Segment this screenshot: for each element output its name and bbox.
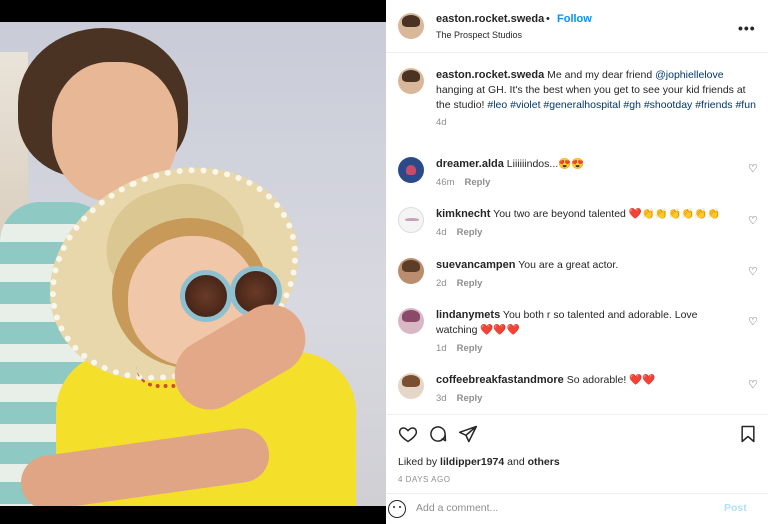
commenter-avatar[interactable] [398,157,424,183]
commenter-avatar[interactable] [398,308,424,334]
comment-time[interactable]: 2d [436,278,447,289]
comment-body: lindanymets You both r so talented and a… [436,308,736,356]
comment-text: You are a great actor. [518,259,619,271]
header-divider [386,52,768,53]
caption-author-avatar[interactable] [398,68,424,94]
caption-hashtags[interactable]: #leo #violet #generalhospital #gh #shoot… [487,99,756,111]
like-comment-heart-icon[interactable]: ♡ [748,215,760,227]
reply-button[interactable]: Reply [457,278,483,289]
caption-author-username[interactable]: easton.rocket.sweda [436,69,544,81]
post-comment-button[interactable]: Post [724,502,747,514]
author-avatar[interactable] [398,13,424,39]
liked-by-username[interactable]: lildipper1974 [440,456,504,468]
like-comment-heart-icon[interactable]: ♡ [748,266,760,278]
caption-text-start: Me and my dear friend [547,69,653,81]
post-action-bar [398,424,758,446]
reply-button[interactable]: Reply [464,177,490,188]
comment-time[interactable]: 1d [436,343,447,354]
like-comment-heart-icon[interactable]: ♡ [748,316,760,328]
follow-button[interactable]: Follow [557,13,592,25]
post-photo[interactable] [0,22,386,506]
post-header: easton.rocket.sweda • Follow The Prospec… [386,0,768,52]
comment-time[interactable]: 46m [436,177,454,188]
reply-button[interactable]: Reply [457,227,483,238]
save-bookmark-icon[interactable] [738,424,758,444]
likes-prefix: Liked by [398,456,438,468]
comment-text: You two are beyond talented ❤️👏👏👏👏👏👏 [493,208,721,220]
comment-time[interactable]: 3d [436,393,447,404]
likes-others-link[interactable]: others [528,456,560,468]
commenter-avatar[interactable] [398,207,424,233]
reply-button[interactable]: Reply [457,343,483,354]
like-comment-heart-icon[interactable]: ♡ [748,379,760,391]
share-paper-plane-icon[interactable] [458,424,478,444]
comment-body: coffeebreakfastandmore So adorable! ❤️❤️… [436,373,736,406]
comment-username[interactable]: suevancampen [436,259,515,271]
post-caption: easton.rocket.sweda Me and my dear frien… [436,68,756,130]
post-location[interactable]: The Prospect Studios [436,30,522,40]
like-heart-icon[interactable] [398,424,418,444]
post-details-panel: easton.rocket.sweda • Follow The Prospec… [386,0,768,524]
photo-sunglasses-left [180,270,232,322]
comment-username[interactable]: lindanymets [436,309,500,321]
comment-username[interactable]: kimknecht [436,208,490,220]
post-media[interactable] [0,0,386,524]
likes-middle: and [507,456,525,468]
comment-text: So adorable! ❤️❤️ [566,374,656,386]
author-username[interactable]: easton.rocket.sweda [436,13,544,25]
reply-button[interactable]: Reply [457,393,483,404]
add-comment-bar: Post [386,494,768,524]
commenter-avatar[interactable] [398,258,424,284]
dot-separator: • [546,13,550,25]
comment-time[interactable]: 4d [436,227,447,238]
emoji-icon[interactable] [388,500,406,518]
comment-username[interactable]: dreamer.alda [436,158,504,170]
like-comment-heart-icon[interactable]: ♡ [748,163,760,175]
comment-body: kimknecht You two are beyond talented ❤️… [436,207,736,240]
caption-timestamp[interactable]: 4d [436,115,756,130]
actions-divider [386,414,768,415]
likes-summary: Liked by lildipper1974 and others [398,456,560,468]
comment-bubble-icon[interactable] [428,424,448,444]
caption-mention-link[interactable]: @jophiellelove [655,69,723,81]
comment-text: Liiiiiindos...😍😍 [506,158,585,170]
comment-body: dreamer.alda Liiiiiindos...😍😍 46m Reply [436,157,736,190]
comment-body: suevancampen You are a great actor. 2d Re… [436,258,736,291]
add-comment-input[interactable] [416,502,706,514]
post-date[interactable]: 4 DAYS AGO [398,475,450,484]
commenter-avatar[interactable] [398,373,424,399]
comment-username[interactable]: coffeebreakfastandmore [436,374,564,386]
more-options-icon[interactable]: ••• [738,20,756,36]
